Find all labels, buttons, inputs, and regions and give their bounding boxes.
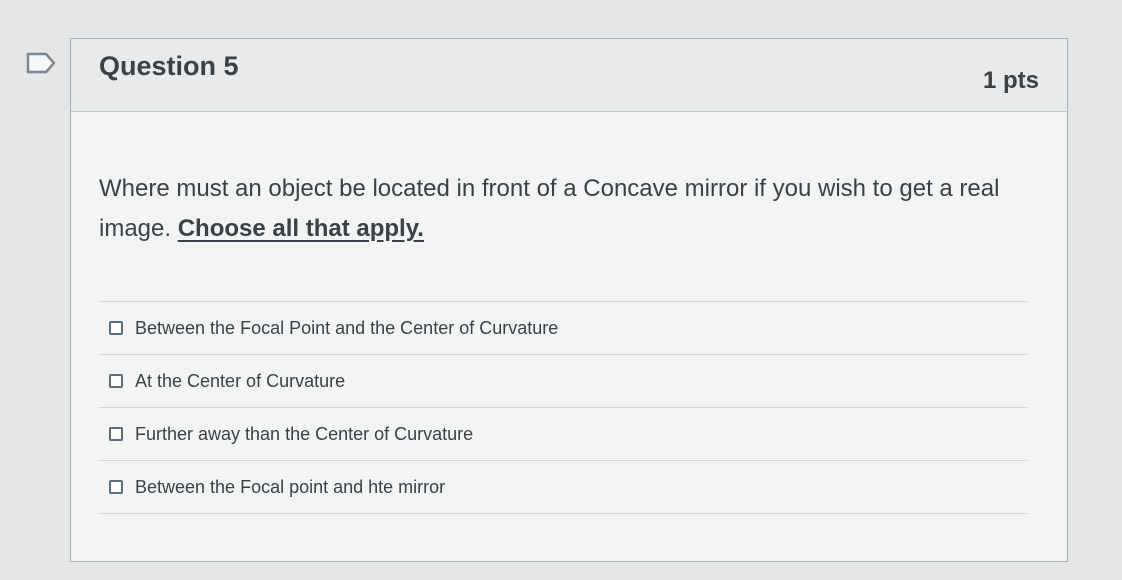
answer-option[interactable]: Further away than the Center of Curvatur…	[99, 408, 1027, 461]
checkbox-icon[interactable]	[109, 374, 123, 388]
question-card: Question 5 1 pts Where must an object be…	[70, 38, 1068, 562]
answer-label: Between the Focal point and hte mirror	[135, 476, 446, 497]
answer-option[interactable]: At the Center of Curvature	[99, 355, 1027, 408]
answer-label: At the Center of Curvature	[135, 370, 346, 391]
checkbox-icon[interactable]	[109, 427, 123, 441]
answer-label: Further away than the Center of Curvatur…	[135, 423, 474, 444]
question-header: Question 5 1 pts	[71, 39, 1067, 112]
checkbox-icon[interactable]	[109, 480, 123, 494]
answer-option[interactable]: Between the Focal point and hte mirror	[99, 461, 1027, 514]
answer-list: Between the Focal Point and the Center o…	[99, 301, 1027, 514]
answer-option[interactable]: Between the Focal Point and the Center o…	[99, 302, 1027, 355]
question-title: Question 5	[99, 51, 239, 81]
question-points: 1 pts	[982, 67, 1039, 94]
question-prompt: Where must an object be located in front…	[99, 169, 1034, 249]
prompt-emphasis: Choose all that apply.	[177, 215, 424, 242]
flag-question-icon[interactable]	[26, 52, 56, 74]
answer-label: Between the Focal Point and the Center o…	[135, 317, 559, 338]
checkbox-icon[interactable]	[109, 321, 123, 335]
